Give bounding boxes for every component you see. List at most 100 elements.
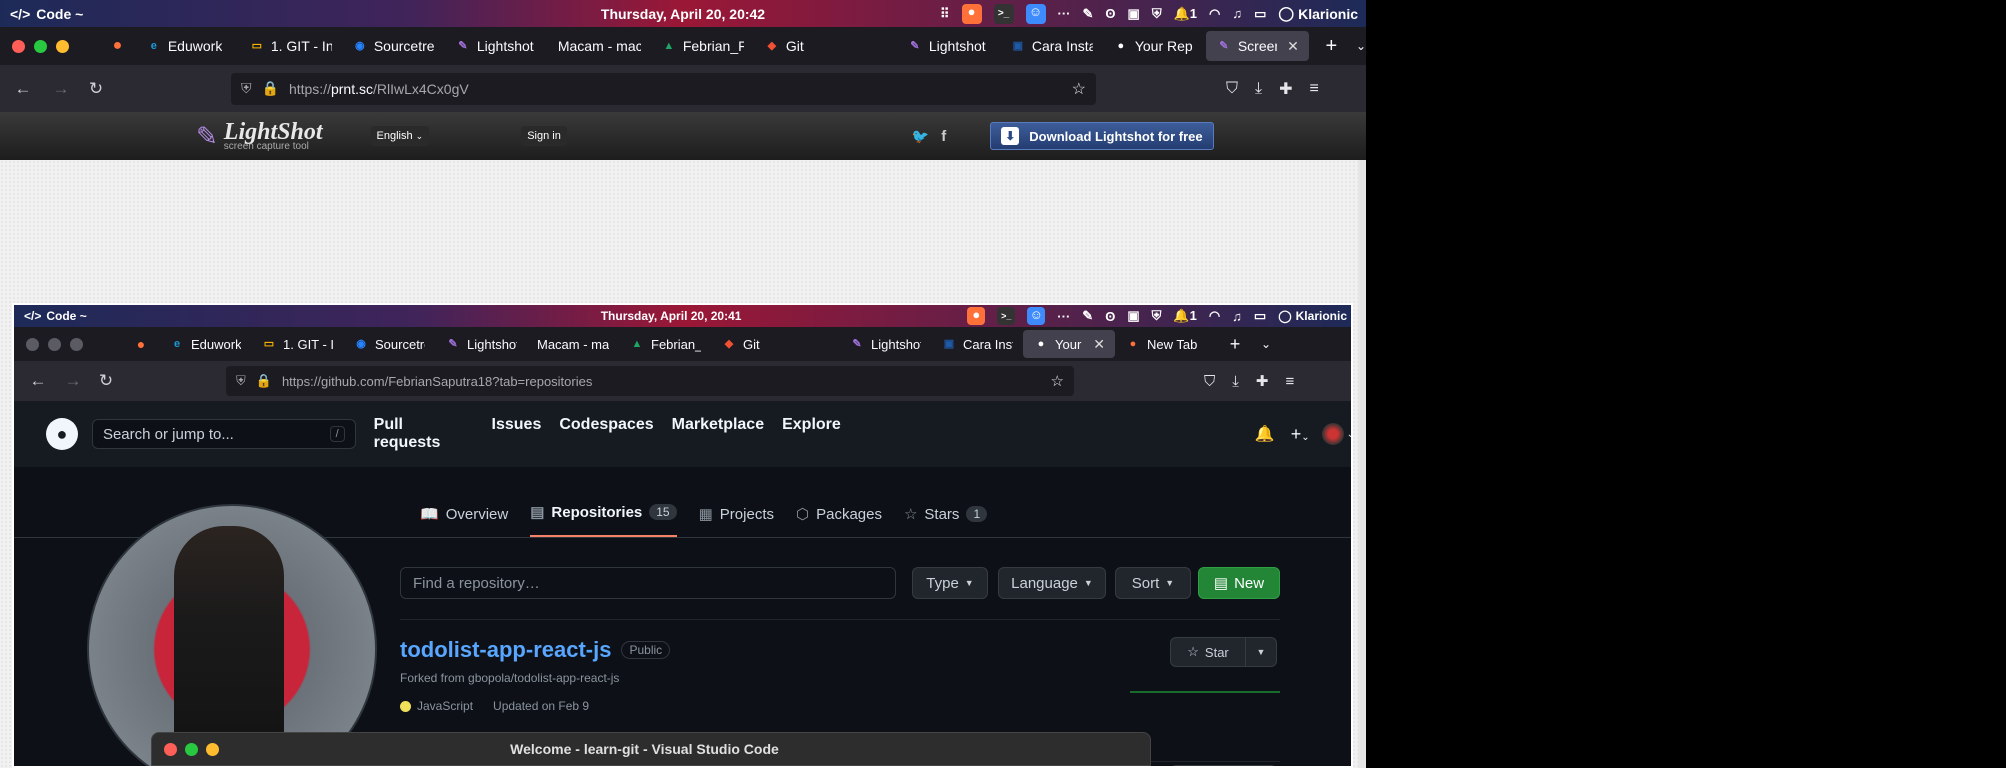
- tab-strip: e Eduwork ▭ 1. GIT - In ◉ Sourcetre ✎ Lightshot…: [136, 31, 1309, 61]
- lightshot-tray-icon[interactable]: ✎: [1083, 6, 1094, 22]
- new-tab-button[interactable]: +: [1317, 35, 1346, 58]
- url-text: https://github.com/FebrianSaputra18?tab=…: [282, 374, 1041, 389]
- forward-icon[interactable]: →: [46, 79, 76, 99]
- new-label: New: [1234, 574, 1265, 592]
- clipboard-tray-icon[interactable]: ▣: [1128, 6, 1140, 22]
- more-icon[interactable]: ···: [1058, 6, 1071, 21]
- page-scrollbar[interactable]: [1358, 160, 1366, 768]
- maximize-window-button[interactable]: [34, 39, 47, 53]
- drive-icon: ▲: [663, 40, 675, 52]
- tab-label: Macam - mac: [557, 38, 641, 54]
- star-button: ☆ Star: [1170, 637, 1246, 667]
- new-repository-button: ▤ New: [1198, 567, 1280, 599]
- code-app-icon[interactable]: </>: [10, 6, 30, 22]
- clock[interactable]: Thursday, April 20, 20:42: [601, 6, 765, 22]
- vscode-title: Welcome - learn-git - Visual Studio Code: [510, 741, 779, 757]
- url-bar[interactable]: ⛨ 🔒 https://prnt.sc/RlIwLx4Cx0gV ☆: [231, 72, 1096, 105]
- download-lightshot-button[interactable]: ⬇ Download Lightshot for free: [990, 122, 1214, 150]
- eduwork-icon: e: [150, 40, 157, 52]
- user-menu: ◯ Klarionic: [1278, 309, 1347, 323]
- facebook-icon[interactable]: f: [941, 128, 946, 145]
- tab-article[interactable]: ▣ Cara Insta: [1000, 31, 1103, 61]
- tab-page[interactable]: Macam - mac: [548, 31, 651, 61]
- screenshot-image: </> Code ~ Thursday, April 20, 20:41 ● >…: [12, 303, 1353, 768]
- tab-git[interactable]: ◆ Git: [754, 31, 857, 61]
- notification-count: 1: [1189, 5, 1198, 21]
- battery-icon[interactable]: ▭: [1254, 6, 1266, 22]
- lightshot-brand: LightShot: [223, 118, 323, 145]
- language-color-dot: [400, 700, 411, 712]
- git-icon: ◆: [724, 338, 734, 350]
- github-icon: ●: [1037, 338, 1045, 350]
- tab-git: ◆ Git: [711, 330, 803, 358]
- downloads-icon[interactable]: ⤓: [1255, 80, 1262, 98]
- tab-sourcetree[interactable]: ◉ Sourcetre: [342, 31, 445, 61]
- tab-label: Macam - mac: [537, 336, 609, 352]
- caret-icon: ▼: [1165, 578, 1175, 588]
- tab-article: ▣ Cara Insta: [931, 330, 1023, 358]
- profile-avatar: [87, 504, 377, 766]
- tab-label: Sourcetre: [375, 336, 425, 352]
- menu-hamburger-icon[interactable]: ≡: [1310, 80, 1319, 98]
- lock-icon[interactable]: 🔒: [262, 80, 279, 97]
- maximize-window-button: [185, 742, 198, 756]
- sort-label: Sort: [1131, 574, 1160, 592]
- tab-label: Sourcetre: [373, 38, 435, 54]
- lightshot-logo[interactable]: ✎ LightShot screen capture tool: [196, 118, 323, 152]
- tab-lightshot[interactable]: ✎ Lightshot: [897, 31, 1000, 61]
- nav-explore: Explore: [782, 416, 841, 433]
- minimize-window-button: [206, 742, 219, 756]
- coffee-tray-icon[interactable]: ʘ: [1105, 6, 1115, 21]
- reload-icon[interactable]: ↻: [76, 79, 116, 99]
- pocket-icon[interactable]: ⛉: [1226, 80, 1238, 98]
- user-menu[interactable]: ◯ Klarionic: [1278, 5, 1358, 22]
- firefox-view-icon[interactable]: ●: [99, 37, 136, 55]
- search-placeholder: Search or jump to...: [102, 425, 234, 443]
- profile-tab-label: Projects: [719, 505, 774, 523]
- system-tray: ⠿ ● >_ ☺ ··· ✎ ʘ ▣ ⛨ 🔔1 ◠ ♫ ▭ ◯ Klarionic: [940, 3, 1358, 24]
- wifi-icon[interactable]: ◠: [1209, 6, 1220, 22]
- url-text[interactable]: https://prnt.sc/RlIwLx4Cx0gV: [289, 81, 1062, 97]
- git-icon: ◆: [767, 40, 777, 52]
- apps-grid-icon[interactable]: ⠿: [940, 6, 950, 22]
- nav-codespaces: Codespaces: [559, 416, 654, 433]
- bookmark-star-icon[interactable]: ☆: [1072, 79, 1086, 99]
- music-icon: ♫: [1232, 308, 1242, 324]
- tab-label: Lightshot: [928, 38, 986, 54]
- user-name: Klarionic: [1295, 309, 1347, 323]
- star-label: Star: [1204, 644, 1229, 660]
- lightshot-tray-icon: ✎: [1082, 308, 1094, 323]
- bookmark-star-icon: ☆: [1050, 373, 1064, 390]
- tab-slides[interactable]: ▭ 1. GIT - In: [239, 31, 342, 61]
- active-app-label[interactable]: Code ~: [36, 6, 83, 22]
- tab-github[interactable]: ● Your Rep: [1103, 31, 1206, 61]
- profile-tab-packages: ⬡ Packages: [796, 505, 882, 537]
- tab-drive[interactable]: ▲ Febrian_F: [651, 31, 754, 61]
- github-logo-icon: ●: [46, 418, 78, 450]
- music-icon[interactable]: ♫: [1232, 6, 1242, 21]
- shield-tray-icon[interactable]: ⛨: [1152, 6, 1162, 22]
- tab-list-chevron-icon[interactable]: ⌄: [1356, 39, 1366, 53]
- language-filter-button: Language ▼: [998, 567, 1106, 599]
- extensions-icon[interactable]: ✚: [1279, 79, 1292, 99]
- close-window-button[interactable]: [12, 39, 25, 53]
- notification-icon[interactable]: 🔔1: [1174, 6, 1197, 22]
- language-select[interactable]: English ⌄: [370, 126, 430, 146]
- tab-lightshot[interactable]: ✎ Screen ✕: [1205, 31, 1309, 61]
- tracking-shield-icon[interactable]: ⛨: [241, 80, 252, 97]
- browser-navbar: ← → ↻ ⛨ 🔒 https://prnt.sc/RlIwLx4Cx0gV ☆…: [0, 65, 1366, 112]
- tab-eduwork[interactable]: e Eduwork: [136, 31, 239, 61]
- lightshot-tagline: screen capture tool: [223, 140, 309, 152]
- minimize-window-button[interactable]: [56, 39, 69, 53]
- back-icon[interactable]: ←: [0, 79, 46, 99]
- terminal-dock-icon[interactable]: >_: [993, 3, 1014, 24]
- sort-filter-button: Sort ▼: [1115, 567, 1191, 599]
- signin-link[interactable]: Sign in: [521, 126, 567, 146]
- close-tab-icon[interactable]: ✕: [1287, 38, 1299, 55]
- twitter-icon[interactable]: 🐦: [912, 128, 929, 145]
- firefox-dock-icon[interactable]: ●: [961, 3, 982, 24]
- finder-dock-icon[interactable]: ☺: [1025, 3, 1046, 24]
- tab-lightshot[interactable]: ✎ Lightshot: [445, 31, 548, 61]
- tab-label: Lightshot: [871, 336, 921, 352]
- lock-icon: 🔒: [255, 373, 272, 388]
